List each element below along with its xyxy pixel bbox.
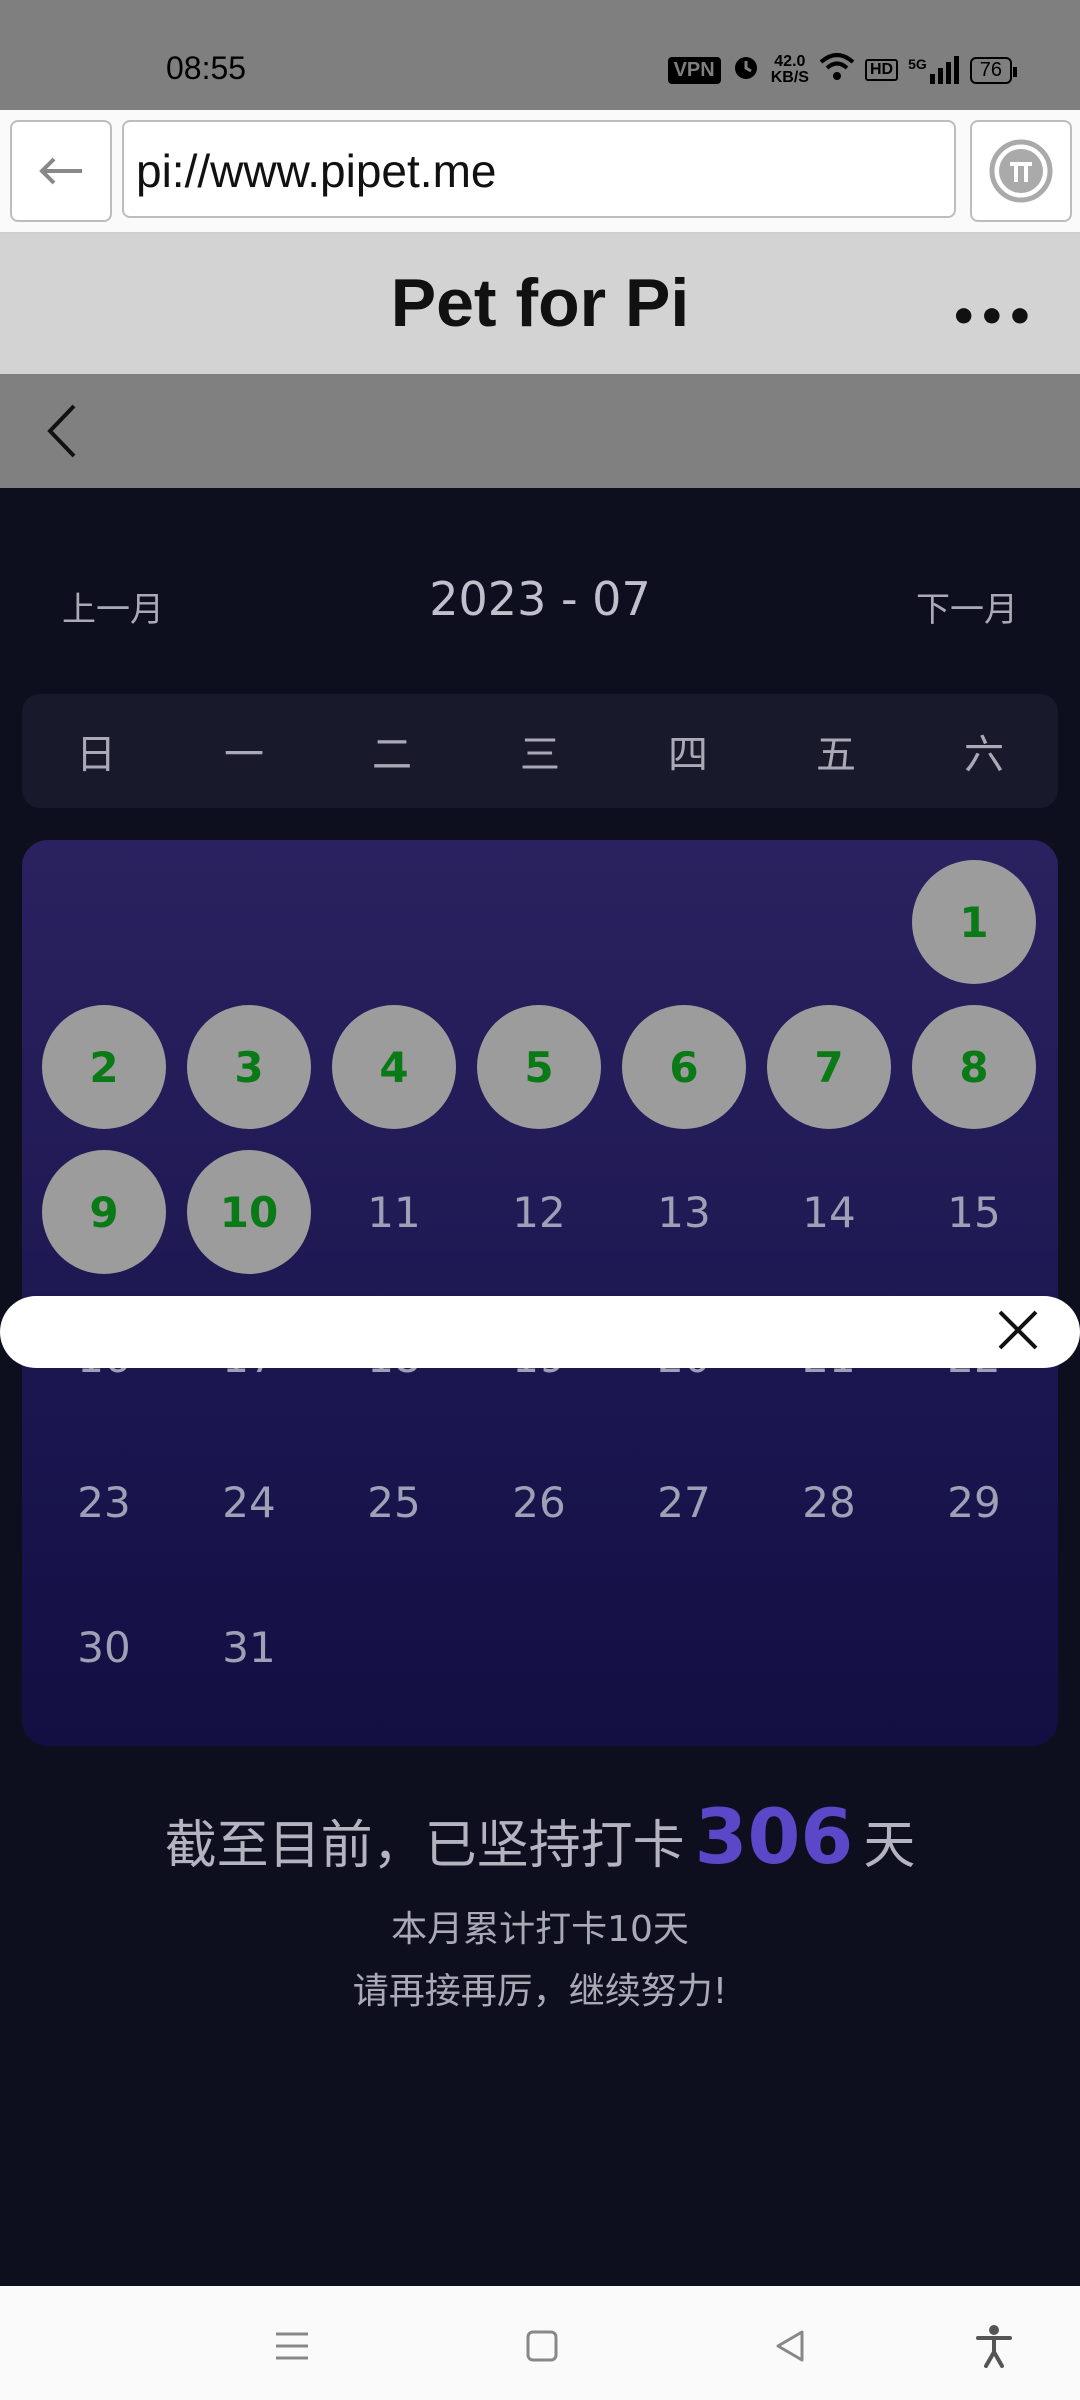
streak-suffix: 天 (863, 1816, 916, 1876)
weekday-label: 日 (76, 732, 116, 778)
calendar-day[interactable]: 30 (42, 1585, 166, 1709)
vpn-badge: VPN (667, 56, 721, 84)
system-back-button[interactable] (760, 2316, 820, 2376)
calendar-day[interactable]: 14 (767, 1150, 891, 1274)
calendar-day[interactable]: 26 (477, 1440, 601, 1564)
calendar-day[interactable]: 27 (622, 1440, 746, 1564)
calendar-day[interactable]: 11 (332, 1150, 456, 1274)
menu-button[interactable] (262, 2316, 322, 2376)
calendar-day[interactable]: 12 (477, 1150, 601, 1274)
next-month-button[interactable]: 下一月 (916, 582, 1018, 631)
calendar-day-checked[interactable]: 4 (332, 1005, 456, 1129)
calendar-day-checked[interactable]: 2 (42, 1005, 166, 1129)
calendar-day-checked[interactable]: 1 (912, 860, 1036, 984)
url-field[interactable]: pi://www.pipet.me (122, 120, 956, 218)
streak-prefix: 截至目前，已坚持打卡 (164, 1816, 685, 1876)
app-header: Pet for Pi ••• (0, 234, 1080, 374)
arrow-left-icon (39, 157, 82, 185)
calendar-day[interactable]: 28 (767, 1440, 891, 1564)
status-time: 08:55 (166, 50, 247, 86)
signal-icon: 5G (908, 56, 960, 84)
weekday-label: 二 (372, 732, 412, 778)
network-speed: 42.0 KB/S (771, 54, 809, 86)
close-button[interactable] (996, 1308, 1040, 1352)
streak-count: 306 (694, 1792, 854, 1881)
calendar-day[interactable]: 15 (912, 1150, 1036, 1274)
home-button[interactable] (512, 2316, 572, 2376)
calendar-day-checked[interactable]: 5 (477, 1005, 601, 1129)
menu-icon (276, 2332, 308, 2360)
alarm-icon (731, 52, 761, 88)
calendar-day[interactable]: 25 (332, 1440, 456, 1564)
weekday-label: 六 (964, 732, 1004, 778)
triangle-back-icon (776, 2330, 804, 2362)
browser-bar: pi://www.pipet.me (0, 110, 1080, 234)
system-nav-bar (0, 2286, 1080, 2400)
speed-value: 42.0 (774, 53, 806, 70)
weekday-label: 五 (816, 732, 856, 778)
accessibility-icon (976, 2325, 1012, 2368)
calendar-day-checked[interactable]: 3 (187, 1005, 311, 1129)
back-button[interactable] (34, 396, 94, 466)
network-type: 5G (908, 56, 927, 72)
more-options-button[interactable]: ••• (950, 292, 1034, 343)
calendar-day-checked[interactable]: 6 (622, 1005, 746, 1129)
calendar-day-checked[interactable]: 7 (767, 1005, 891, 1129)
popup-banner (0, 1296, 1080, 1368)
browser-back-button[interactable] (10, 120, 112, 222)
calendar-day[interactable]: 13 (622, 1150, 746, 1274)
status-bar: 08:55 VPN 42.0 KB/S HD 5G 76 (0, 0, 1080, 110)
weekday-label: 三 (520, 732, 560, 778)
page-nav-bar (0, 374, 1080, 488)
calendar-day[interactable]: 31 (187, 1585, 311, 1709)
calendar-day[interactable]: 29 (912, 1440, 1036, 1564)
weekday-header: 日 一 二 三 四 五 六 (22, 694, 1058, 808)
encourage-text: 请再接再厉，继续努力! (352, 1971, 728, 2012)
home-square-icon (526, 2330, 558, 2362)
app-title: Pet for Pi (390, 265, 690, 341)
chevron-left-icon (47, 404, 76, 458)
wifi-icon (819, 52, 855, 88)
month-nav: 上一月 2023 - 07 下一月 (0, 560, 1080, 640)
speed-unit: KB/S (770, 69, 809, 86)
month-checkin-total: 本月累计打卡10天 (391, 1909, 689, 1950)
calendar-day[interactable]: 24 (187, 1440, 311, 1564)
calendar-day-checked[interactable]: 8 (912, 1005, 1036, 1129)
calendar-day[interactable]: 23 (42, 1440, 166, 1564)
streak-summary: 截至目前，已坚持打卡 306 天 (0, 1792, 1080, 1881)
close-icon (998, 1310, 1038, 1350)
battery-icon: 76 (969, 56, 1018, 84)
weekday-label: 四 (668, 732, 708, 778)
accessibility-button[interactable] (964, 2316, 1024, 2376)
pi-logo-icon (989, 139, 1053, 203)
calendar-day-checked[interactable]: 9 (42, 1150, 166, 1274)
calendar-grid: 1234567891011121314151617181920212223242… (22, 840, 1058, 1746)
pi-browser-button[interactable] (970, 120, 1072, 222)
hd-badge: HD (864, 59, 899, 81)
calendar-day-checked[interactable]: 10 (187, 1150, 311, 1274)
weekday-label: 一 (224, 732, 264, 778)
status-icons: VPN 42.0 KB/S HD 5G 76 (667, 52, 1018, 88)
